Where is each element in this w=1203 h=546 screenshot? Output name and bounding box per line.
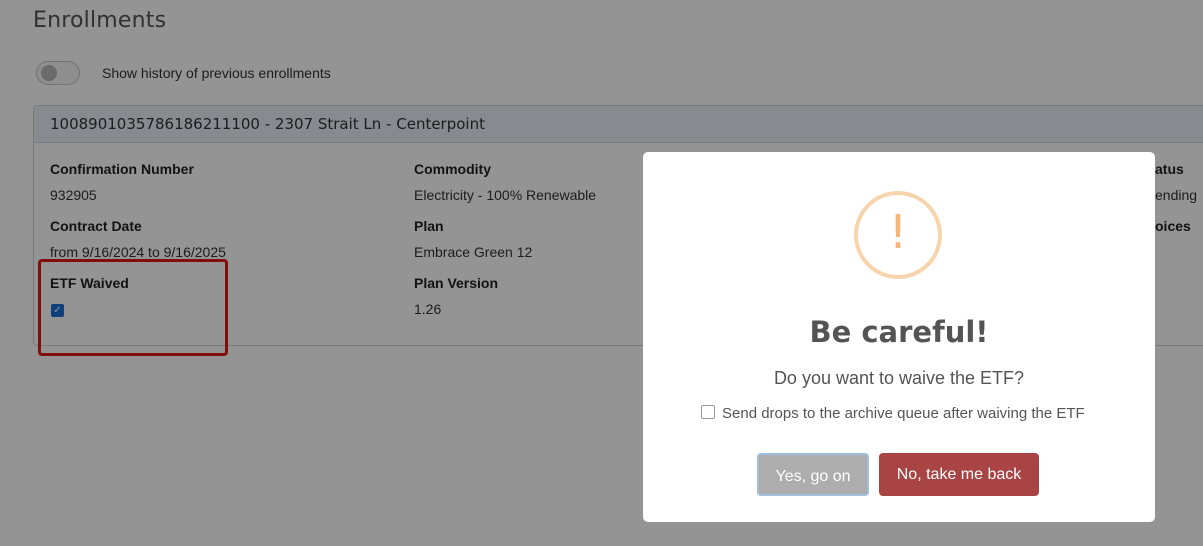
confirm-button[interactable]: Yes, go on [757, 453, 869, 496]
archive-queue-checkbox[interactable] [701, 405, 715, 419]
archive-queue-checkbox-label[interactable]: Send drops to the archive queue after wa… [722, 405, 1085, 422]
exclamation-warning-icon: ! [854, 191, 942, 279]
cancel-button[interactable]: No, take me back [879, 453, 1039, 496]
dialog-title: Be careful! [809, 315, 989, 349]
confirm-dialog: ! Be careful! Do you want to waive the E… [643, 152, 1155, 522]
exclamation-mark: ! [888, 205, 908, 259]
dialog-message: Do you want to waive the ETF? [773, 368, 1025, 388]
